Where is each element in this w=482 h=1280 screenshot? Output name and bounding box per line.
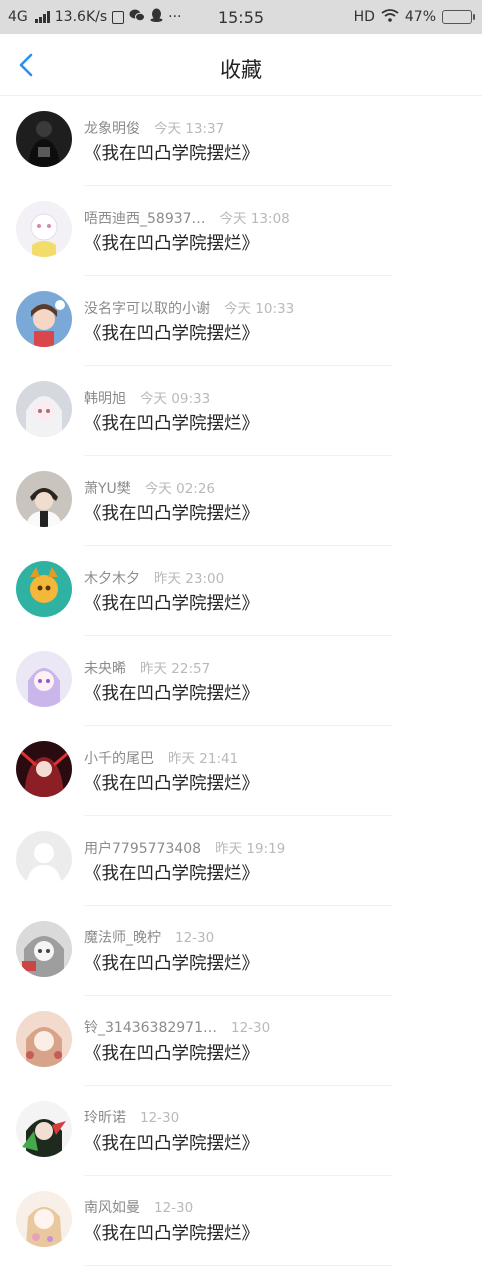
username: 木夕木夕 [84, 571, 140, 587]
more-dots-icon: ··· [168, 9, 182, 25]
list-item[interactable]: 唔西迪西_58937… 今天 13:08 《我在凹凸学院摆烂》 [0, 186, 482, 276]
avatar[interactable] [16, 1011, 72, 1067]
timestamp: 今天 13:08 [219, 211, 290, 227]
book-title: 《我在凹凸学院摆烂》 [84, 1134, 259, 1154]
list-item[interactable]: 小千的尾巴 昨天 21:41 《我在凹凸学院摆烂》 [0, 726, 482, 816]
book-title: 《我在凹凸学院摆烂》 [84, 864, 259, 884]
item-meta: 韩明旭 今天 09:33 [84, 387, 210, 408]
username: 用户7795773408 [84, 841, 202, 857]
item-meta: 铃_31436382971… 12-30 [84, 1017, 270, 1037]
status-right: HD 47% [353, 8, 475, 26]
battery-icon [442, 10, 475, 24]
timestamp: 今天 13:37 [154, 121, 225, 137]
avatar[interactable] [16, 381, 72, 437]
wifi-icon [381, 8, 399, 26]
list-item[interactable]: 龙象明俊 今天 13:37 《我在凹凸学院摆烂》 [0, 96, 482, 186]
network-type: 4G [8, 9, 28, 25]
favorites-list: 龙象明俊 今天 13:37 《我在凹凸学院摆烂》 唔西迪西_58937… 今天 13… [0, 96, 482, 1266]
username: 唔西迪西_58937… [84, 211, 206, 227]
timestamp: 12-30 [230, 1020, 271, 1036]
book-title: 《我在凹凸学院摆烂》 [84, 414, 259, 434]
book-title: 《我在凹凸学院摆烂》 [84, 144, 259, 164]
book-title: 《我在凹凸学院摆烂》 [84, 1044, 259, 1064]
timestamp: 12-30 [175, 930, 215, 946]
list-item[interactable]: 未央晞 昨天 22:57 《我在凹凸学院摆烂》 [0, 636, 482, 726]
list-item[interactable]: 玲昕诺 12-30 《我在凹凸学院摆烂》 [0, 1086, 482, 1176]
item-meta: 未央晞 昨天 22:57 [84, 657, 210, 678]
timestamp: 12-30 [154, 1200, 194, 1216]
status-left: 4G 13.6K/s ··· [8, 8, 182, 27]
timestamp: 12-30 [140, 1110, 180, 1126]
wechat-icon [129, 8, 146, 26]
username: 没名字可以取的小谢 [84, 301, 210, 317]
avatar[interactable] [16, 651, 72, 707]
qq-penguin-icon [150, 8, 163, 27]
timestamp: 今天 02:26 [144, 481, 216, 497]
battery-percent: 47% [404, 9, 436, 25]
book-title: 《我在凹凸学院摆烂》 [84, 504, 259, 524]
avatar[interactable] [16, 471, 72, 527]
avatar[interactable] [16, 1101, 72, 1157]
username: 铃_31436382971… [84, 1020, 217, 1036]
signal-icon [34, 11, 50, 23]
username: 魔法师_晚柠 [84, 930, 161, 946]
timestamp: 昨天 19:19 [215, 841, 286, 857]
list-item[interactable]: 铃_31436382971… 12-30 《我在凹凸学院摆烂》 [0, 996, 482, 1086]
username: 小千的尾巴 [84, 751, 154, 767]
avatar[interactable] [16, 741, 72, 797]
item-meta: 萧YU樊 今天 02:26 [84, 477, 215, 498]
timestamp: 昨天 22:57 [140, 661, 211, 677]
avatar[interactable] [16, 111, 72, 167]
item-meta: 用户7795773408 昨天 19:19 [84, 837, 285, 858]
chevron-left-icon [19, 53, 33, 77]
book-title: 《我在凹凸学院摆烂》 [84, 324, 259, 344]
list-item[interactable]: 木夕木夕 昨天 23:00 《我在凹凸学院摆烂》 [0, 546, 482, 636]
avatar[interactable] [16, 1191, 72, 1247]
book-title: 《我在凹凸学院摆烂》 [84, 594, 259, 614]
list-item[interactable]: 魔法师_晚柠 12-30 《我在凹凸学院摆烂》 [0, 906, 482, 996]
item-meta: 龙象明俊 今天 13:37 [84, 117, 224, 138]
list-item[interactable]: 萧YU樊 今天 02:26 《我在凹凸学院摆烂》 [0, 456, 482, 546]
list-item[interactable]: 韩明旭 今天 09:33 《我在凹凸学院摆烂》 [0, 366, 482, 456]
book-title: 《我在凹凸学院摆烂》 [84, 234, 259, 254]
username: 萧YU樊 [84, 481, 131, 497]
book-title: 《我在凹凸学院摆烂》 [84, 684, 259, 704]
username: 南风如曼 [84, 1200, 140, 1216]
list-item[interactable]: 用户7795773408 昨天 19:19 《我在凹凸学院摆烂》 [0, 816, 482, 906]
username: 龙象明俊 [84, 121, 140, 137]
item-meta: 没名字可以取的小谢 今天 10:33 [84, 297, 294, 318]
avatar[interactable] [16, 921, 72, 977]
item-meta: 南风如曼 12-30 [84, 1197, 193, 1217]
sim-card-icon [112, 10, 125, 24]
avatar[interactable] [16, 201, 72, 257]
network-speed: 13.6K/s [54, 9, 108, 25]
book-title: 《我在凹凸学院摆烂》 [84, 954, 259, 974]
username: 未央晞 [84, 661, 126, 677]
timestamp: 今天 10:33 [224, 301, 295, 317]
avatar[interactable] [16, 831, 72, 887]
avatar[interactable] [16, 291, 72, 347]
book-title: 《我在凹凸学院摆烂》 [84, 774, 259, 794]
timestamp: 昨天 21:41 [168, 751, 239, 767]
page-title: 收藏 [220, 58, 262, 82]
item-meta: 小千的尾巴 昨天 21:41 [84, 747, 238, 768]
hd-badge: HD [353, 9, 375, 25]
item-meta: 唔西迪西_58937… 今天 13:08 [84, 207, 290, 228]
divider [84, 1265, 392, 1266]
book-title: 《我在凹凸学院摆烂》 [84, 1224, 259, 1244]
back-button[interactable] [10, 49, 42, 81]
username: 韩明旭 [84, 391, 126, 407]
username: 玲昕诺 [84, 1110, 126, 1126]
timestamp: 昨天 23:00 [154, 571, 225, 587]
list-item[interactable]: 没名字可以取的小谢 今天 10:33 《我在凹凸学院摆烂》 [0, 276, 482, 366]
timestamp: 今天 09:33 [140, 391, 211, 407]
item-meta: 魔法师_晚柠 12-30 [84, 927, 214, 947]
item-meta: 玲昕诺 12-30 [84, 1107, 179, 1127]
item-meta: 木夕木夕 昨天 23:00 [84, 567, 224, 588]
avatar[interactable] [16, 561, 72, 617]
list-item[interactable]: 南风如曼 12-30 《我在凹凸学院摆烂》 [0, 1176, 482, 1266]
header: 收藏 [0, 34, 482, 96]
status-bar: 4G 13.6K/s ··· 15:55 HD 47% [0, 0, 482, 34]
